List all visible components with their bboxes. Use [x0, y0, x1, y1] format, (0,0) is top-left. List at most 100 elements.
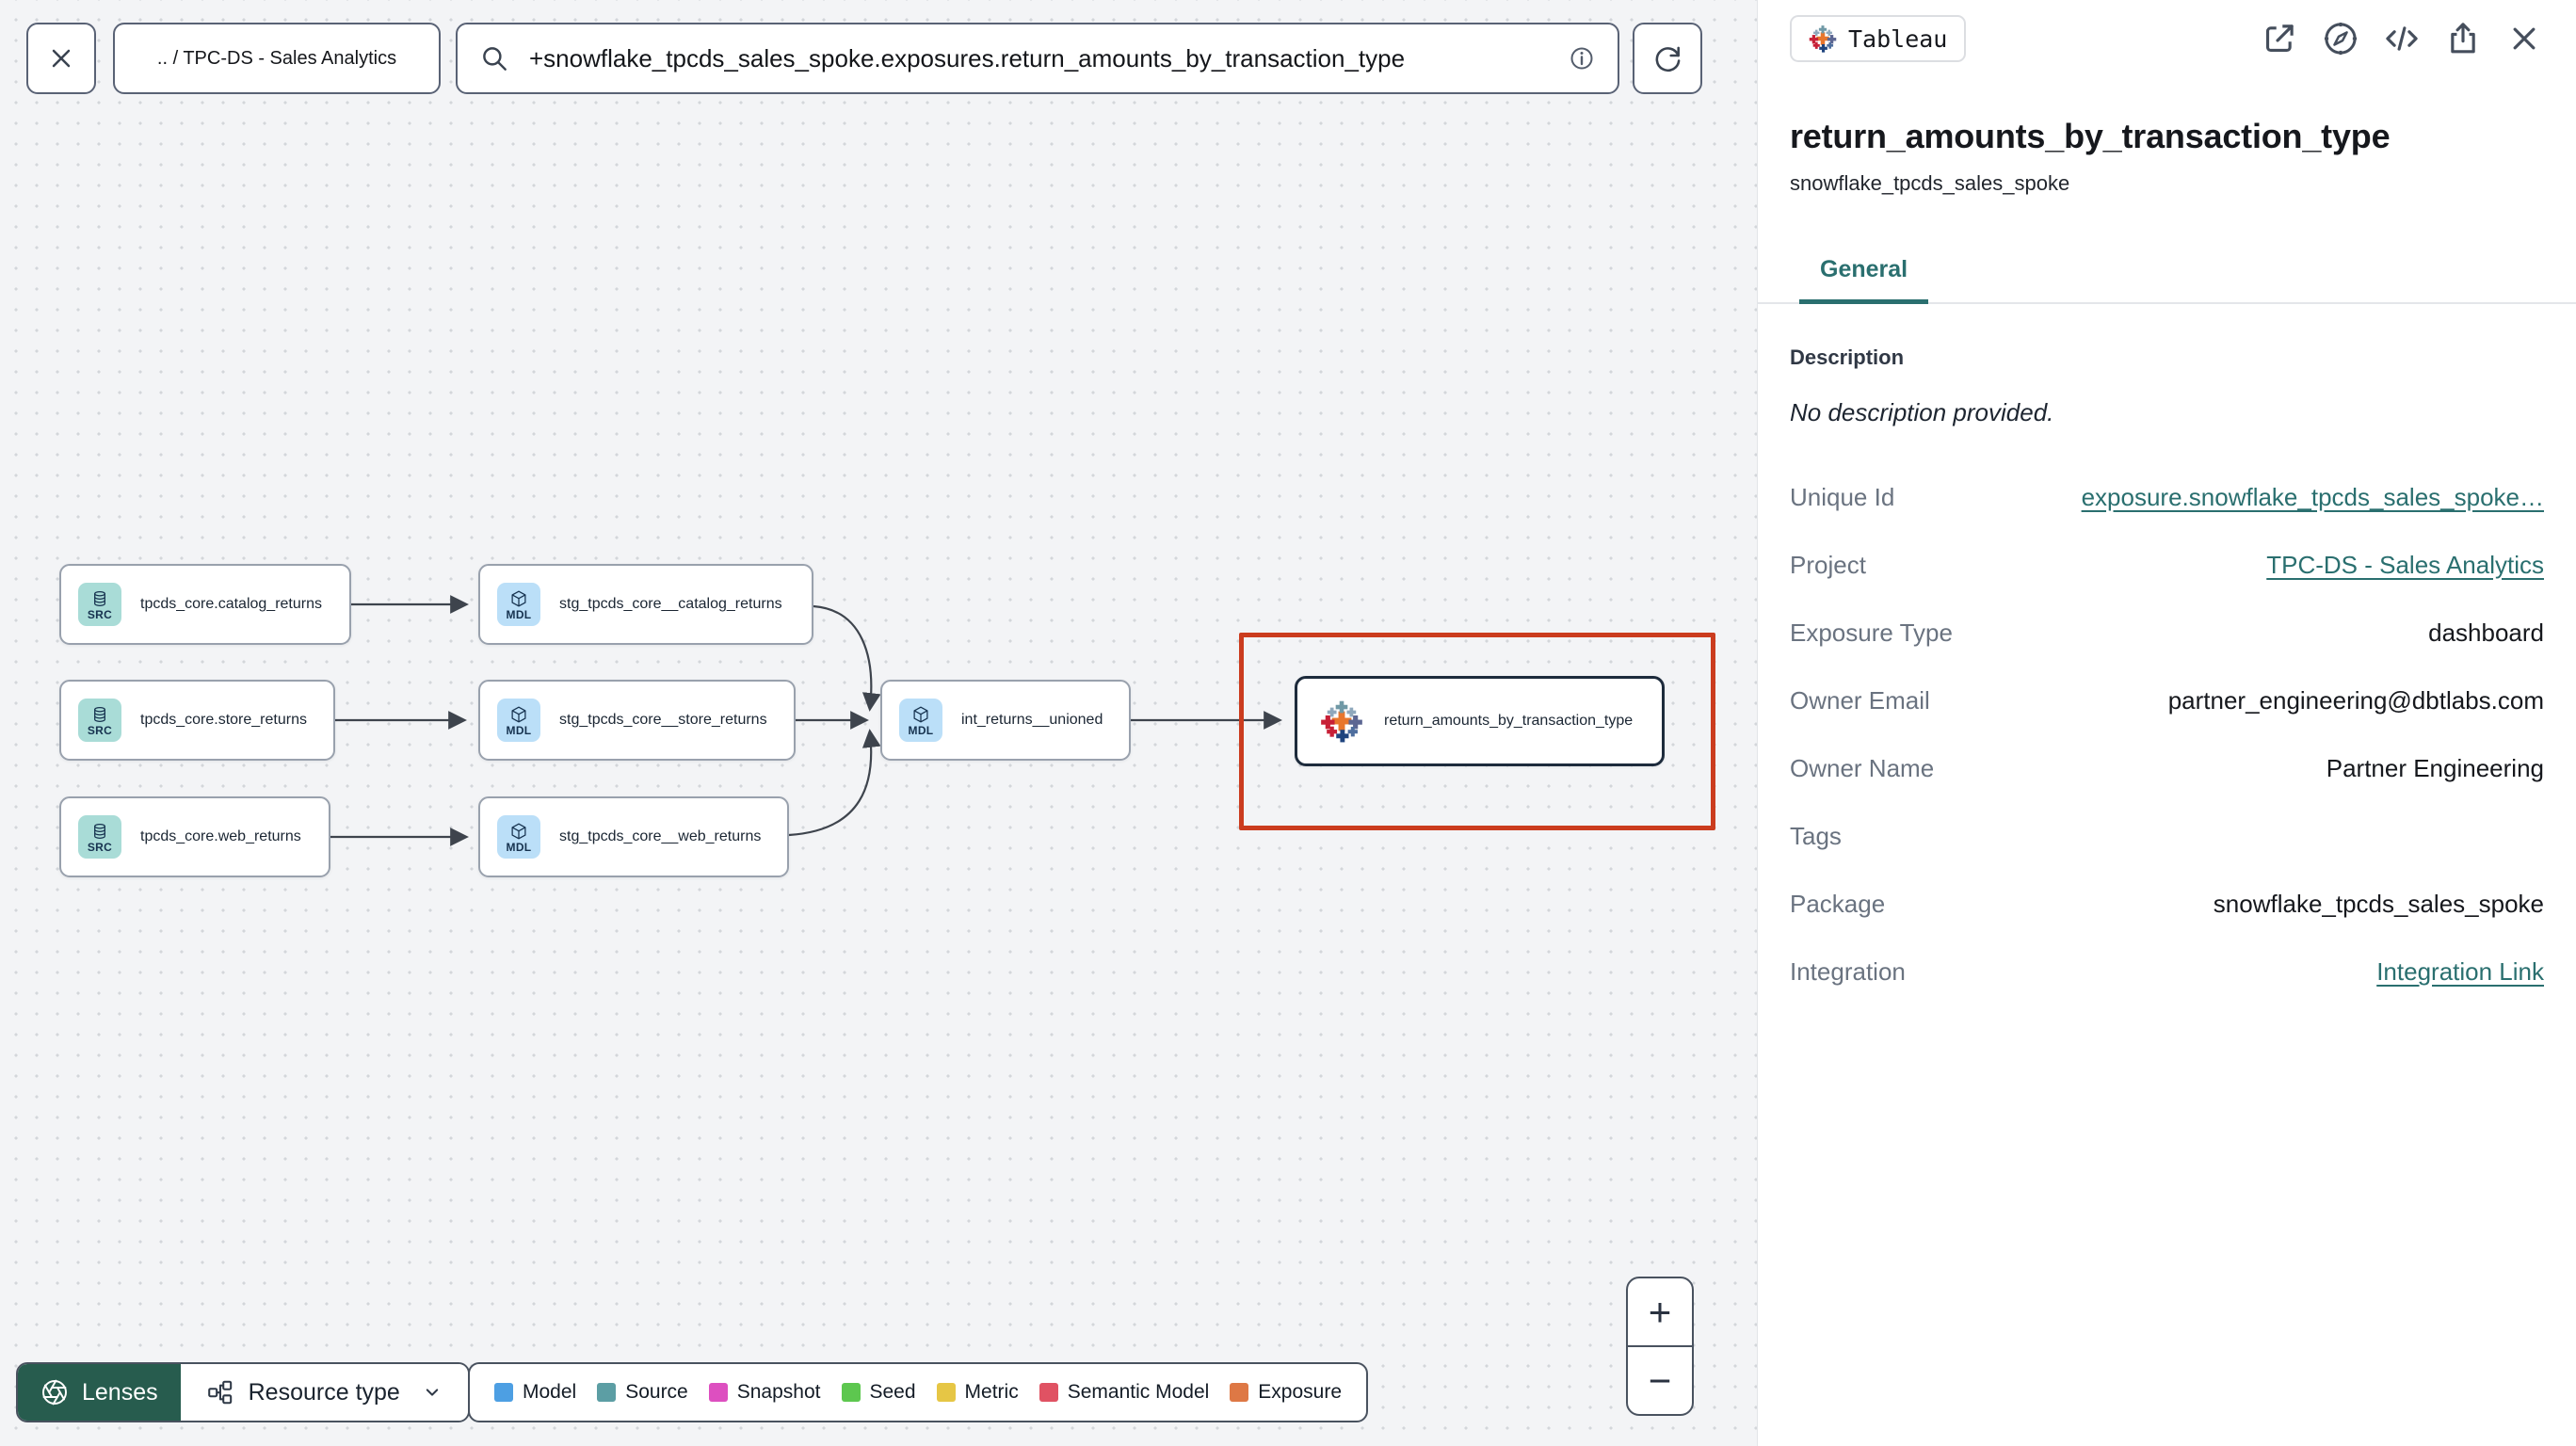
model-badge: MDL — [497, 699, 540, 742]
legend-item-snapshot: Snapshot — [708, 1381, 821, 1404]
model-swatch — [494, 1383, 513, 1402]
legend-item-semantic-model: Semantic Model — [1038, 1381, 1209, 1404]
owner-name-value: Partner Engineering — [2326, 753, 2544, 782]
info-icon[interactable] — [1567, 43, 1597, 73]
share-button[interactable] — [2443, 19, 2483, 58]
resource-type-legend: Model Source Snapshot Seed Metric Semant… — [468, 1362, 1369, 1422]
field-row-project: Project TPC-DS - Sales Analytics — [1790, 550, 2544, 580]
view-code-button[interactable] — [2382, 19, 2422, 58]
graph-node-source-catalog-returns[interactable]: SRC tpcds_core.catalog_returns — [59, 564, 351, 645]
database-icon — [90, 589, 109, 608]
close-icon — [2504, 19, 2544, 58]
zoom-out-button[interactable]: − — [1628, 1345, 1692, 1414]
panel-header: Tableau — [1790, 15, 2544, 62]
node-label: stg_tpcds_core__catalog_returns — [559, 596, 782, 612]
close-lineage-button[interactable] — [26, 23, 96, 94]
refresh-button[interactable] — [1633, 23, 1702, 94]
detail-fields: Unique Id exposure.snowflake_tpcds_sales… — [1790, 463, 2544, 1005]
model-badge: MDL — [497, 583, 540, 626]
lenses-control: Lenses Resource type — [16, 1362, 470, 1422]
owner-email-value: partner_engineering@dbtlabs.com — [2167, 685, 2544, 715]
legend-item-exposure: Exposure — [1230, 1381, 1342, 1404]
node-label: int_returns__unioned — [961, 712, 1103, 728]
close-icon — [45, 42, 77, 74]
legend-item-seed: Seed — [841, 1381, 916, 1404]
node-label: tpcds_core.web_returns — [140, 828, 301, 844]
source-badge: SRC — [78, 699, 121, 742]
package-subtitle: snowflake_tpcds_sales_spoke — [1790, 171, 2070, 195]
field-row-owner-name: Owner Name Partner Engineering — [1790, 753, 2544, 782]
tab-general[interactable]: General — [1799, 256, 1929, 304]
share-icon — [2443, 19, 2483, 58]
description-heading: Description — [1790, 345, 1905, 369]
package-value: snowflake_tpcds_sales_spoke — [2213, 889, 2544, 918]
aperture-icon — [40, 1378, 69, 1406]
graph-node-stg-store-returns[interactable]: MDL stg_tpcds_core__store_returns — [478, 680, 796, 761]
graph-node-exposure-selected[interactable]: return_amounts_by_transaction_type — [1295, 676, 1665, 766]
database-icon — [90, 822, 109, 841]
close-panel-button[interactable] — [2504, 19, 2544, 58]
graph-node-source-web-returns[interactable]: SRC tpcds_core.web_returns — [59, 796, 330, 877]
cube-icon — [509, 822, 528, 841]
unique-id-link[interactable]: exposure.snowflake_tpcds_sales_spoke… — [2082, 483, 2544, 512]
project-link[interactable]: TPC-DS - Sales Analytics — [2266, 551, 2544, 580]
database-icon — [90, 705, 109, 724]
open-external-button[interactable] — [2260, 19, 2299, 58]
semantic-model-swatch — [1038, 1383, 1058, 1402]
chevron-down-icon — [421, 1381, 443, 1404]
integration-link[interactable]: Integration Link — [2376, 957, 2544, 987]
search-icon — [478, 42, 510, 74]
graph-node-stg-web-returns[interactable]: MDL stg_tpcds_core__web_returns — [478, 796, 789, 877]
node-label: tpcds_core.store_returns — [140, 712, 307, 728]
refresh-icon — [1651, 42, 1683, 74]
field-row-integration: Integration Integration Link — [1790, 956, 2544, 987]
node-label: return_amounts_by_transaction_type — [1384, 713, 1634, 729]
external-link-icon — [2260, 19, 2299, 58]
cube-icon — [509, 589, 528, 608]
model-badge: MDL — [497, 815, 540, 859]
model-badge: MDL — [899, 699, 942, 742]
lenses-button[interactable]: Lenses — [18, 1364, 181, 1421]
cube-icon — [509, 705, 528, 724]
panel-tabs: General — [1758, 256, 2576, 304]
tableau-icon — [1320, 699, 1363, 743]
zoom-in-button[interactable]: + — [1628, 1278, 1692, 1345]
graph-node-source-store-returns[interactable]: SRC tpcds_core.store_returns — [59, 680, 335, 761]
lineage-search[interactable] — [456, 23, 1619, 94]
description-empty-text: No description provided. — [1790, 398, 2054, 426]
explore-lineage-button[interactable] — [2321, 19, 2360, 58]
graph-node-int-returns-unioned[interactable]: MDL int_returns__unioned — [880, 680, 1131, 761]
exposure-swatch — [1230, 1383, 1249, 1402]
exposure-type-value: dashboard — [2428, 618, 2544, 647]
tableau-icon — [1809, 24, 1837, 53]
node-label: stg_tpcds_core__web_returns — [559, 828, 762, 844]
dbt-lineage-app: SRC tpcds_core.catalog_returns MDL stg_t… — [0, 0, 2576, 1446]
field-row-unique-id: Unique Id exposure.snowflake_tpcds_sales… — [1790, 482, 2544, 512]
resource-type-icon — [205, 1378, 233, 1406]
source-badge: SRC — [78, 815, 121, 859]
source-badge: SRC — [78, 583, 121, 626]
source-swatch — [597, 1383, 617, 1402]
code-icon — [2382, 19, 2422, 58]
node-label: stg_tpcds_core__store_returns — [559, 712, 767, 728]
legend-item-source: Source — [597, 1381, 688, 1404]
snapshot-swatch — [708, 1383, 728, 1402]
seed-swatch — [841, 1383, 861, 1402]
panel-actions — [2260, 19, 2544, 58]
graph-node-stg-catalog-returns[interactable]: MDL stg_tpcds_core__catalog_returns — [478, 564, 813, 645]
node-label: tpcds_core.catalog_returns — [140, 596, 322, 612]
compass-icon — [2321, 19, 2360, 58]
breadcrumb[interactable]: .. / TPC-DS - Sales Analytics — [113, 23, 441, 94]
details-panel: Tableau return_amounts_by_transaction_ty… — [1757, 0, 2576, 1446]
field-row-exposure-type: Exposure Type dashboard — [1790, 618, 2544, 647]
field-row-package: Package snowflake_tpcds_sales_spoke — [1790, 889, 2544, 918]
page-title: return_amounts_by_transaction_type — [1790, 117, 2391, 155]
integration-badge: Tableau — [1790, 15, 1967, 62]
metric-swatch — [936, 1383, 956, 1402]
resource-type-dropdown[interactable]: Resource type — [180, 1364, 468, 1421]
lineage-canvas[interactable]: SRC tpcds_core.catalog_returns MDL stg_t… — [0, 0, 1757, 1446]
legend-item-model: Model — [494, 1381, 576, 1404]
field-row-tags: Tags — [1790, 821, 1842, 850]
legend-item-metric: Metric — [936, 1381, 1019, 1404]
search-input[interactable] — [527, 42, 1550, 74]
